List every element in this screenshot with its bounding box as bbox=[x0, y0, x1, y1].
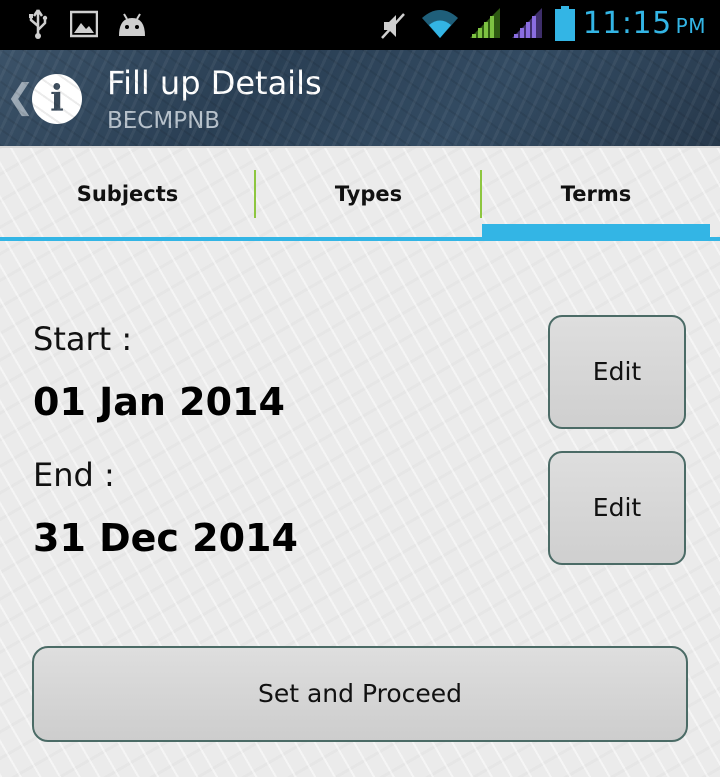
status-bar: 11:15 PM bbox=[0, 0, 720, 50]
clock-time: 11:15 bbox=[582, 6, 672, 41]
android-icon bbox=[119, 13, 145, 36]
start-date: 01 Jan 2014 bbox=[33, 380, 285, 424]
clock-ampm: PM bbox=[675, 14, 706, 38]
mute-icon bbox=[381, 13, 405, 39]
tabs-top-border bbox=[0, 146, 720, 148]
tab-label: Subjects bbox=[76, 182, 179, 206]
tab-label: Types bbox=[334, 182, 403, 206]
battery-icon bbox=[555, 6, 575, 41]
page-title: Fill up Details bbox=[107, 64, 322, 102]
signal-2-icon bbox=[512, 8, 542, 38]
action-bar: ❮ i Fill up Details BECMPNB bbox=[0, 50, 720, 146]
tab-underline bbox=[0, 237, 720, 241]
info-icon[interactable]: i bbox=[32, 74, 82, 124]
tab-subjects[interactable]: Subjects bbox=[0, 168, 255, 224]
set-and-proceed-button[interactable]: Set and Proceed bbox=[32, 646, 688, 742]
usb-icon bbox=[29, 9, 48, 39]
signal-1-icon bbox=[470, 8, 500, 38]
edit-end-button[interactable]: Edit bbox=[548, 451, 686, 565]
end-date: 31 Dec 2014 bbox=[33, 516, 298, 560]
end-label: End : bbox=[33, 456, 115, 494]
image-icon bbox=[70, 10, 98, 38]
edit-start-button[interactable]: Edit bbox=[548, 315, 686, 429]
wifi-icon bbox=[422, 10, 458, 38]
start-label: Start : bbox=[33, 320, 133, 358]
back-chevron-icon[interactable]: ❮ bbox=[6, 80, 35, 114]
page-subtitle: BECMPNB bbox=[107, 108, 221, 134]
tab-label: Terms bbox=[560, 182, 632, 206]
tab-types[interactable]: Types bbox=[256, 168, 481, 224]
clock: 11:15 PM bbox=[583, 6, 706, 41]
tab-terms[interactable]: Terms bbox=[482, 168, 710, 224]
